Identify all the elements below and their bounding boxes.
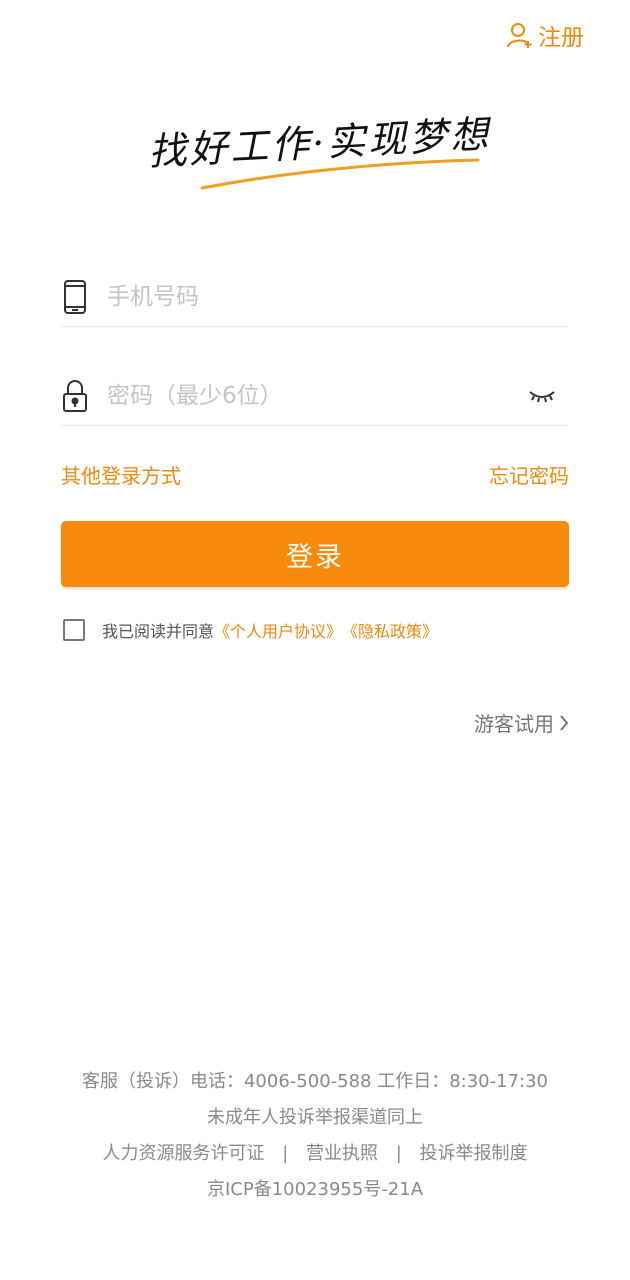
icp-number: 京ICP备10023955号-21A — [206, 1179, 424, 1200]
password-input[interactable] — [107, 383, 527, 409]
service-hotline: 客服（投诉）电话：4006-500-588 工作日：8:30-17:30 — [81, 1071, 549, 1092]
register-label: 注册 — [538, 25, 584, 51]
minor-complaint-text: 未成年人投诉举报渠道同上 — [207, 1107, 423, 1128]
hr-license-link[interactable]: 人力资源服务许可证 — [102, 1143, 264, 1164]
guest-trial-link[interactable]: 游客试用 — [474, 708, 570, 737]
register-button[interactable]: 注册 — [506, 18, 584, 52]
login-options: 其他登录方式 忘记密码 — [61, 460, 569, 489]
user-add-icon — [507, 23, 532, 48]
slogan-underline — [200, 158, 480, 190]
footer: 客服（投诉）电话：4006-500-588 工作日：8:30-17:30 未成年… — [0, 1064, 630, 1208]
privacy-policy-link[interactable]: 《隐私政策》 — [342, 618, 438, 642]
agreement-checkbox[interactable] — [63, 619, 85, 641]
login-button[interactable]: 登录 — [61, 521, 569, 587]
guest-trial-label: 游客试用 — [474, 712, 554, 736]
report-policy-link[interactable]: 投诉举报制度 — [420, 1143, 528, 1164]
phone-field — [61, 268, 569, 327]
phone-icon — [61, 279, 89, 315]
agreement-prefix: 我已阅读并同意 — [102, 622, 215, 641]
business-license-link[interactable]: 营业执照 — [306, 1143, 378, 1164]
password-field — [61, 367, 569, 426]
footer-separator: | — [395, 1143, 402, 1164]
agreement-row: 我已阅读并同意 《个人用户协议》 《隐私政策》 — [63, 618, 438, 642]
forgot-password-link[interactable]: 忘记密码 — [489, 460, 569, 489]
slogan-logo: 找好工作·实现梦想 — [140, 104, 492, 196]
other-login-link[interactable]: 其他登录方式 — [61, 460, 181, 489]
user-agreement-link[interactable]: 《个人用户协议》 — [214, 618, 342, 642]
phone-input[interactable] — [107, 284, 569, 310]
footer-links: 人力资源服务许可证 | 营业执照 | 投诉举报制度 — [0, 1136, 630, 1172]
footer-separator: | — [282, 1143, 289, 1164]
lock-icon — [61, 378, 89, 414]
chevron-right-icon — [560, 714, 569, 731]
eye-closed-icon[interactable] — [527, 386, 557, 406]
